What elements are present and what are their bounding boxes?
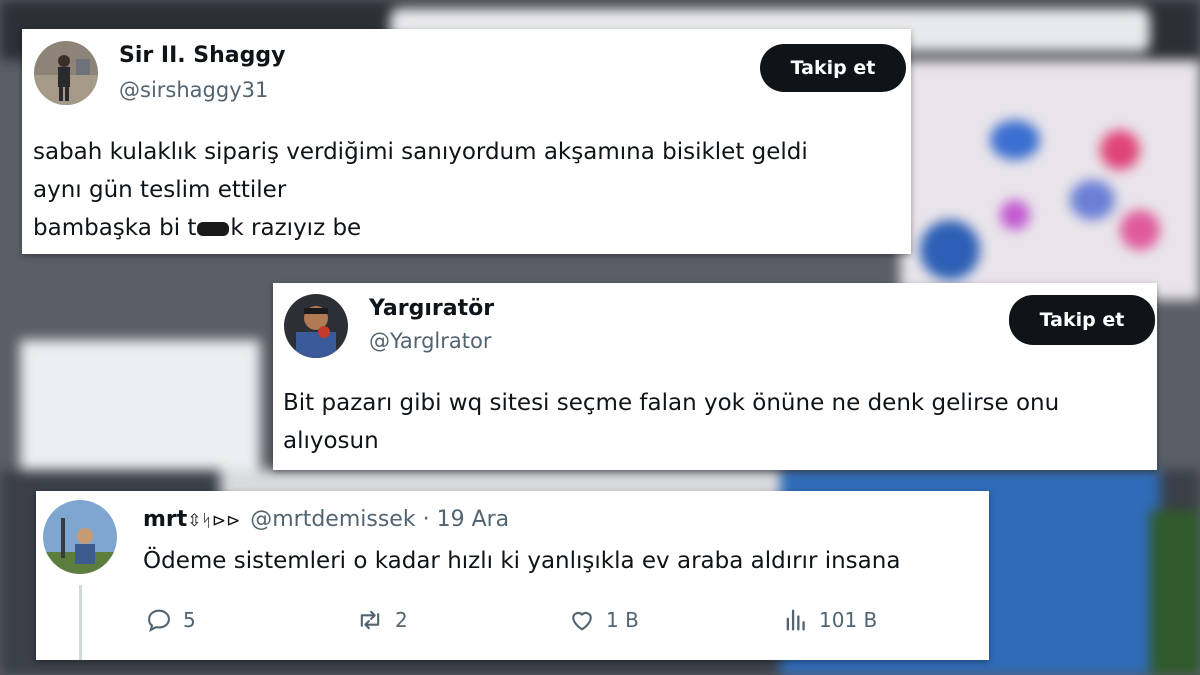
- tweet-text: sabah kulaklık sipariş verdiğimi sanıyor…: [33, 133, 808, 247]
- text-fragment: k razıyız be: [230, 215, 362, 241]
- follow-button[interactable]: Takip et: [1009, 295, 1155, 345]
- text-fragment: bambaşka bi t: [33, 215, 197, 241]
- avatar[interactable]: [284, 294, 348, 358]
- tweet-date[interactable]: 19 Ara: [437, 507, 510, 532]
- tweet-text: Bit pazarı gibi wq sitesi seçme falan yo…: [283, 384, 1059, 460]
- tweet-text-line: bambaşka bi tura k razıyız be: [33, 209, 808, 247]
- views-button[interactable]: 101 B: [781, 606, 877, 634]
- tweet-card-1: Sir II. Shaggy @sirshaggy31 Takip et sab…: [22, 29, 911, 254]
- repost-button[interactable]: 2: [353, 606, 408, 634]
- reply-count: 5: [183, 608, 196, 632]
- tweet-text: Ödeme sistemleri o kadar hızlı ki yanlış…: [143, 548, 901, 574]
- display-name[interactable]: Sir II. Shaggy: [119, 43, 285, 68]
- avatar[interactable]: [34, 41, 98, 105]
- views-count: 101 B: [819, 608, 878, 632]
- user-handle[interactable]: @sirshaggy31: [119, 78, 268, 102]
- display-name[interactable]: mrt: [143, 507, 187, 532]
- tweet-text-line: aynı gün teslim ettiler: [33, 177, 287, 203]
- like-button[interactable]: 1 B: [566, 606, 639, 634]
- redaction-mark: ura: [197, 221, 230, 236]
- user-handle[interactable]: @Yarglrator: [369, 329, 491, 353]
- thread-line: [79, 585, 82, 660]
- name-symbols: ⇳ᛋ⊳⊳: [187, 511, 241, 531]
- views-icon: [781, 606, 811, 634]
- like-count: 1 B: [606, 608, 639, 632]
- follow-button[interactable]: Takip et: [760, 44, 906, 92]
- tweet-card-2: Yargıratör @Yarglrator Takip et Bit paza…: [273, 283, 1157, 470]
- repost-count: 2: [395, 608, 408, 632]
- display-name[interactable]: Yargıratör: [369, 296, 494, 321]
- tweet-header: mrt⇳ᛋ⊳⊳ @mrtdemissek · 19 Ara: [143, 507, 509, 532]
- repost-icon: [353, 606, 387, 634]
- tweet-text-line: alıyosun: [283, 428, 379, 454]
- reply-button[interactable]: 5: [143, 606, 196, 634]
- tweet-text-line: Bit pazarı gibi wq sitesi seçme falan yo…: [283, 390, 1060, 416]
- tweet-card-3: mrt⇳ᛋ⊳⊳ @mrtdemissek · 19 Ara Ödeme siste…: [36, 491, 989, 660]
- avatar[interactable]: [43, 500, 117, 574]
- tweet-text-line: sabah kulaklık sipariş verdiğimi sanıyor…: [33, 139, 808, 165]
- separator-dot: ·: [422, 507, 430, 532]
- like-icon: [566, 606, 598, 634]
- reply-icon: [143, 606, 175, 634]
- user-handle[interactable]: @mrtdemissek: [250, 507, 415, 532]
